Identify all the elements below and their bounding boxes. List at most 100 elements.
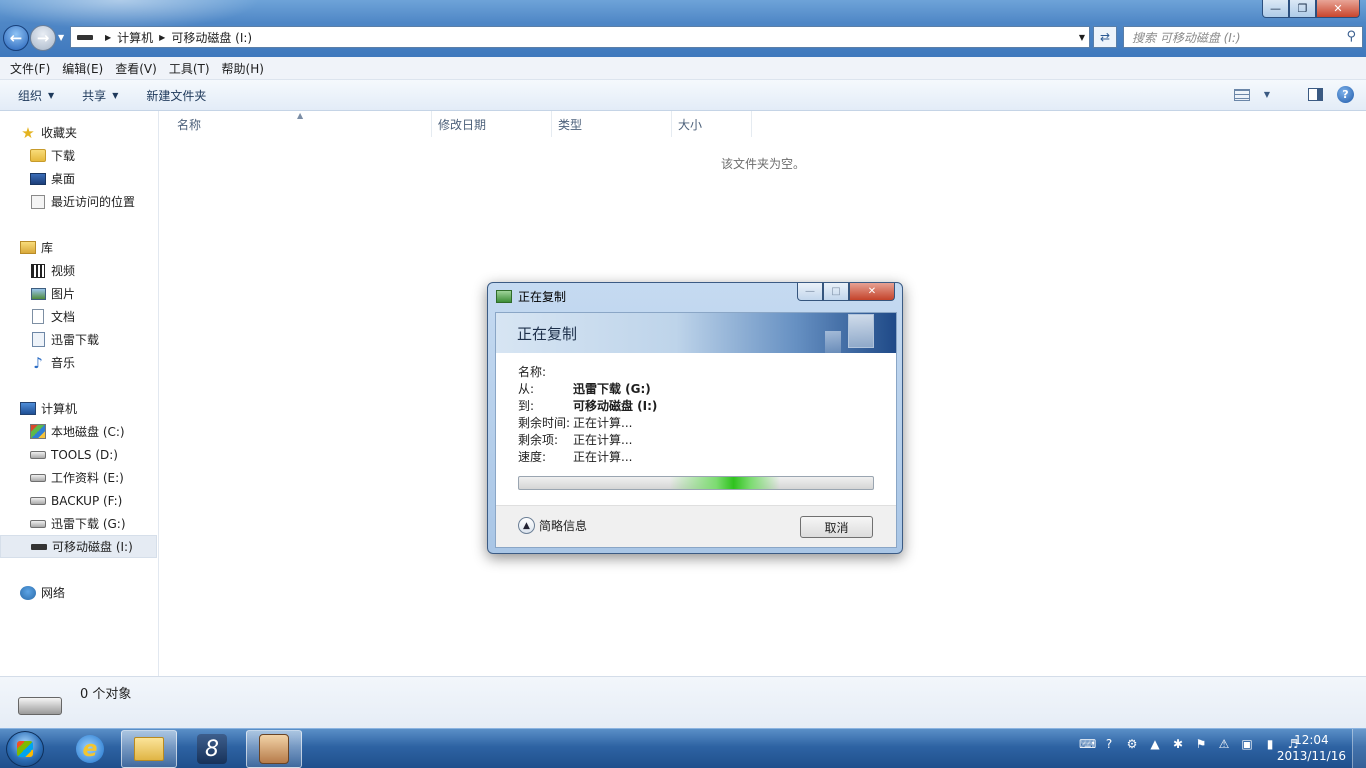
info-row: 速度: 正在计算...	[518, 449, 657, 466]
dialog-minimize-button[interactable]: —	[797, 283, 823, 301]
nav-favorites[interactable]: ★ 收藏夹	[0, 121, 157, 144]
info-value: 迅雷下载 (G:)	[573, 382, 651, 396]
clock-time: 12:04	[1294, 733, 1329, 747]
info-label: 剩余时间:	[518, 416, 571, 430]
nav-item-xunlei-downloads[interactable]: 迅雷下载	[0, 328, 157, 351]
refresh-icon: ⇄	[1099, 30, 1111, 44]
help-icon[interactable]: ?	[1337, 86, 1354, 103]
device-icon[interactable]: ▣	[1240, 737, 1254, 751]
taskbar-user-app[interactable]	[246, 730, 302, 768]
close-button[interactable]: ✕	[1316, 0, 1360, 18]
nav-item-label: 图片	[51, 287, 76, 301]
nav-item-recent-places[interactable]: 最近访问的位置	[0, 190, 157, 213]
nav-network[interactable]: 网络	[0, 581, 157, 604]
dialog-window-controls: — □ ✕	[797, 283, 895, 301]
minimize-button[interactable]: —	[1262, 0, 1289, 18]
show-hidden-icons-icon[interactable]: ▲	[1148, 737, 1162, 751]
restore-button[interactable]: ❐	[1289, 0, 1316, 18]
nav-computer[interactable]: 计算机	[0, 397, 157, 420]
keyboard-icon[interactable]: ⌨	[1079, 737, 1096, 751]
start-button[interactable]	[6, 731, 44, 767]
avatar-icon	[259, 734, 289, 764]
recent-pages-dropdown[interactable]: ▼	[58, 33, 64, 42]
star-icon: ★	[21, 123, 35, 142]
nav-item-drive-d[interactable]: TOOLS (D:)	[0, 443, 157, 466]
nav-item-documents[interactable]: 文档	[0, 305, 157, 328]
taskbar-internet-explorer[interactable]: e	[62, 730, 118, 768]
breadcrumb-current[interactable]: 可移动磁盘 (I:)	[171, 29, 252, 46]
preview-pane-icon[interactable]	[1308, 88, 1323, 101]
new-folder-button[interactable]: 新建文件夹	[128, 87, 216, 104]
details-pane: 0 个对象	[0, 676, 1366, 728]
menu-help[interactable]: 帮助(H)	[216, 60, 270, 77]
clock[interactable]: 12:04 2013/11/16	[1277, 732, 1346, 764]
computer-icon	[20, 401, 36, 417]
dialog-close-button[interactable]: ✕	[849, 283, 895, 301]
share-button[interactable]: 共享 ▼	[64, 87, 128, 104]
refresh-button[interactable]: ⇄	[1093, 26, 1117, 48]
info-row: 剩余项: 正在计算...	[518, 432, 657, 449]
menu-view[interactable]: 查看(V)	[109, 60, 163, 77]
tray-app-icon[interactable]: ⚙	[1125, 737, 1139, 751]
nav-item-label: 工作资料 (E:)	[51, 471, 124, 485]
column-type[interactable]: 类型	[552, 111, 672, 137]
nav-item-music[interactable]: ♪ 音乐	[0, 351, 157, 374]
share-label: 共享	[82, 88, 107, 103]
column-date-modified[interactable]: 修改日期	[432, 111, 552, 137]
info-value: 正在计算...	[573, 433, 633, 447]
clock-date: 2013/11/16	[1276, 749, 1346, 763]
view-options-chevron-icon[interactable]: ▼	[1264, 90, 1270, 99]
nav-libraries[interactable]: 库	[0, 236, 157, 259]
nav-item-videos[interactable]: 视频	[0, 259, 157, 282]
security-icon[interactable]: ⚠	[1217, 737, 1231, 751]
taskbar-windows-explorer[interactable]	[121, 730, 177, 768]
forward-button[interactable]: →	[30, 25, 56, 51]
address-dropdown-icon[interactable]: ▼	[1079, 33, 1085, 42]
breadcrumb-computer[interactable]: 计算机	[117, 29, 153, 46]
system-drive-icon	[30, 424, 46, 440]
nav-item-drive-g[interactable]: 迅雷下载 (G:)	[0, 512, 157, 535]
search-input[interactable]: 搜索 可移动磁盘 (I:) ⚲	[1123, 26, 1363, 48]
taskbar-app-8[interactable]: 8	[184, 730, 240, 768]
dialog-maximize-button[interactable]: □	[823, 283, 849, 301]
nav-item-drive-c[interactable]: 本地磁盘 (C:)	[0, 420, 157, 443]
address-bar[interactable]: ▶ 计算机 ▶ 可移动磁盘 (I:) ▼	[70, 26, 1090, 48]
action-center-flag-icon[interactable]: ⚑	[1194, 737, 1208, 751]
show-desktop-button[interactable]	[1352, 729, 1366, 768]
documents-icon	[30, 309, 46, 325]
search-icon[interactable]: ⚲	[1346, 29, 1356, 44]
nav-item-label: 可移动磁盘 (I:)	[52, 540, 133, 554]
network-signal-icon[interactable]: ▮	[1263, 737, 1277, 751]
info-row: 到: 可移动磁盘 (I:)	[518, 398, 657, 415]
info-value: 正在计算...	[573, 450, 633, 464]
document-icon	[848, 314, 874, 348]
cancel-button[interactable]: 取消	[800, 516, 873, 538]
menu-bar: 文件(F) 编辑(E) 查看(V) 工具(T) 帮助(H)	[0, 57, 1366, 80]
nav-item-label: 视频	[51, 264, 76, 278]
change-view-icon[interactable]	[1233, 88, 1250, 101]
menu-file[interactable]: 文件(F)	[4, 60, 56, 77]
fewer-details-toggle[interactable]: ▲ 简略信息	[518, 517, 587, 534]
nav-item-drive-i[interactable]: 可移动磁盘 (I:)	[0, 535, 157, 558]
menu-tools[interactable]: 工具(T)	[163, 60, 216, 77]
breadcrumb-separator-icon[interactable]: ▶	[159, 33, 165, 42]
nav-item-pictures[interactable]: 图片	[0, 282, 157, 305]
nav-item-drive-e[interactable]: 工作资料 (E:)	[0, 466, 157, 489]
help-tray-icon[interactable]: ?	[1102, 737, 1116, 751]
nav-item-drive-f[interactable]: BACKUP (F:)	[0, 489, 157, 512]
search-placeholder: 搜索 可移动磁盘 (I:)	[1132, 30, 1241, 45]
nav-item-desktop[interactable]: 桌面	[0, 167, 157, 190]
nav-item-downloads[interactable]: 下载	[0, 144, 157, 167]
dialog-titlebar: 正在复制	[496, 288, 566, 305]
hard-drive-icon	[30, 516, 46, 532]
breadcrumb-separator-icon[interactable]: ▶	[105, 33, 111, 42]
menu-edit[interactable]: 编辑(E)	[56, 60, 109, 77]
bluetooth-icon[interactable]: ✱	[1171, 737, 1185, 751]
internet-explorer-icon: e	[76, 735, 104, 763]
organize-button[interactable]: 组织 ▼	[0, 87, 64, 104]
arrow-right-icon: →	[36, 29, 50, 47]
back-button[interactable]: ←	[3, 25, 29, 51]
column-size[interactable]: 大小	[672, 111, 752, 137]
arrow-left-icon: ←	[9, 29, 23, 47]
nav-libraries-label: 库	[41, 241, 54, 255]
